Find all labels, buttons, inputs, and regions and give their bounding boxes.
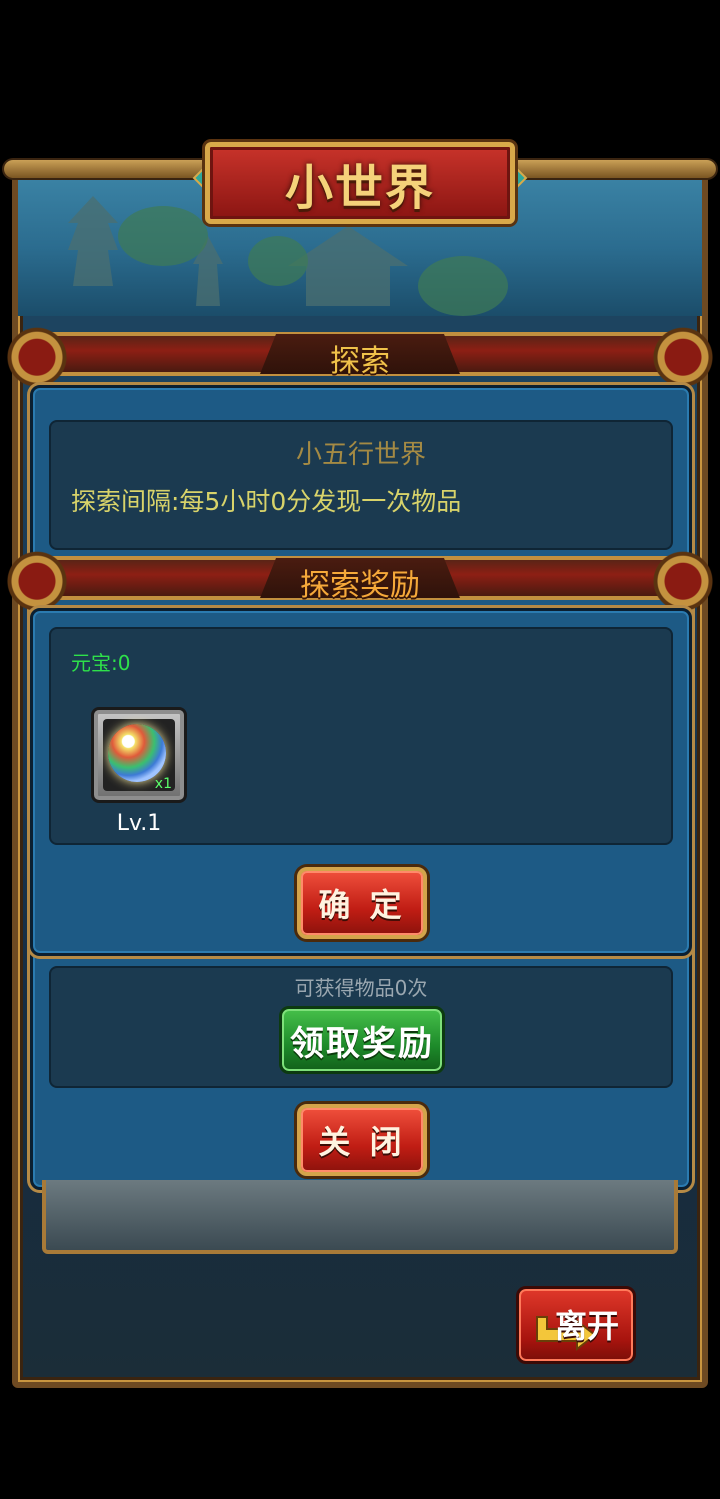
reward-dialog: 元宝:0 x1 Lv.1 确 定 xyxy=(30,608,692,956)
item-quantity: x1 xyxy=(154,776,172,792)
world-info-box: 小五行世界 探索间隔:每5小时0分发现一次物品 xyxy=(49,420,673,550)
page-title: 小世界 xyxy=(284,160,435,216)
currency-text: 元宝:0 xyxy=(71,651,131,675)
confirm-button[interactable]: 确 定 xyxy=(297,867,427,939)
leave-button-label: 离开 xyxy=(554,1307,619,1345)
title-banner: 小世界 xyxy=(205,142,515,224)
reward-items-box: 元宝:0 x1 Lv.1 xyxy=(49,627,673,845)
reward-header-label: 探索奖励 xyxy=(300,568,420,603)
explore-header-bar: 探索 xyxy=(0,322,720,386)
explore-interval-text: 探索间隔:每5小时0分发现一次物品 xyxy=(71,487,462,516)
close-button[interactable]: 关 闭 xyxy=(297,1104,427,1176)
claim-reward-button[interactable]: 领取奖励 xyxy=(279,1006,445,1074)
claim-box: 可获得物品0次 领取奖励 xyxy=(49,966,673,1088)
leave-button[interactable]: 离开 xyxy=(516,1286,636,1364)
item-level: Lv.1 xyxy=(116,811,162,836)
orb-icon xyxy=(108,724,166,782)
bottom-plaque xyxy=(42,1180,678,1254)
explore-header-label: 探索 xyxy=(330,344,390,379)
reward-header-bar: 探索奖励 xyxy=(0,546,720,610)
reward-item-slot[interactable]: x1 xyxy=(91,707,187,803)
obtainable-count-text: 可获得物品0次 xyxy=(294,976,428,1000)
world-name: 小五行世界 xyxy=(295,440,426,470)
